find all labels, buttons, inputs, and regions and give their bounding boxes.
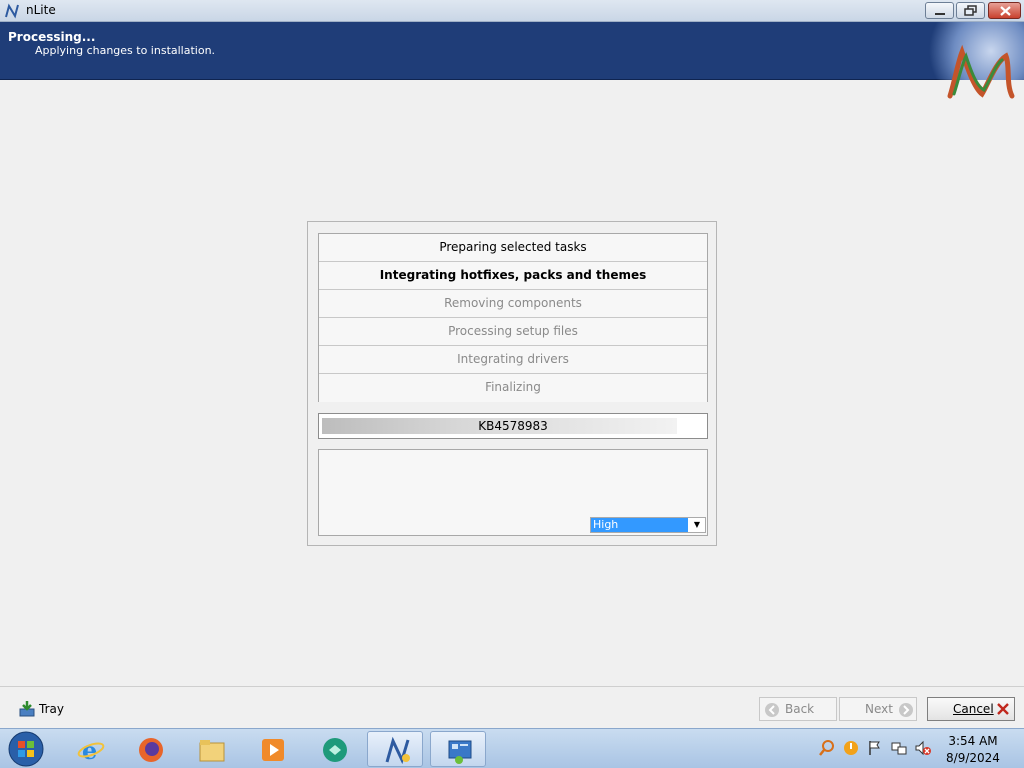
minimize-icon bbox=[935, 13, 945, 15]
taskbar-internet-explorer[interactable]: e bbox=[62, 731, 118, 767]
priority-dropdown[interactable]: High ▼ bbox=[590, 517, 706, 533]
back-button[interactable]: Back bbox=[759, 697, 837, 721]
firefox-icon bbox=[139, 738, 163, 762]
task-item-current: Integrating hotfixes, packs and themes bbox=[319, 262, 707, 290]
priority-selected-value: High bbox=[591, 518, 688, 532]
nlite-logo-icon bbox=[947, 44, 1015, 99]
task-item: Removing components bbox=[319, 290, 707, 318]
volume-muted-icon[interactable] bbox=[914, 739, 932, 757]
progress-bar: KB4578983 bbox=[318, 413, 708, 439]
folder-icon bbox=[199, 740, 225, 762]
log-area: High ▼ bbox=[318, 449, 708, 536]
restore-icon bbox=[964, 5, 977, 16]
task-list: Preparing selected tasks Integrating hot… bbox=[318, 233, 708, 402]
action-center-flag-icon[interactable] bbox=[866, 739, 884, 757]
chevron-down-icon[interactable]: ▼ bbox=[689, 518, 705, 532]
task-item: Processing setup files bbox=[319, 318, 707, 346]
wizard-footer: Tray Back Next Cancel bbox=[0, 686, 1024, 728]
task-item: Finalizing bbox=[319, 374, 707, 402]
tray-icon bbox=[19, 701, 35, 717]
taskbar-file-explorer[interactable] bbox=[183, 731, 239, 767]
restore-button[interactable] bbox=[956, 2, 985, 19]
next-button[interactable]: Next bbox=[839, 697, 917, 721]
cancel-button[interactable]: Cancel bbox=[927, 697, 1015, 721]
start-orb-icon[interactable] bbox=[6, 730, 46, 768]
taskbar-app[interactable] bbox=[306, 731, 362, 767]
back-arrow-icon bbox=[765, 703, 779, 717]
media-player-icon bbox=[262, 739, 284, 761]
next-label: Next bbox=[865, 702, 893, 716]
minimize-button[interactable] bbox=[925, 2, 954, 19]
back-label: Back bbox=[785, 702, 815, 716]
taskbar-firefox[interactable] bbox=[122, 731, 178, 767]
taskbar-media-player[interactable] bbox=[244, 731, 300, 767]
taskbar-nlite[interactable] bbox=[367, 731, 423, 767]
tray-label: Tray bbox=[39, 702, 64, 716]
nlite-app-icon bbox=[5, 3, 19, 19]
taskbar: e 3:54 AM 8/9/2024 bbox=[0, 728, 1024, 768]
close-icon bbox=[1000, 6, 1011, 16]
search-icon[interactable] bbox=[818, 739, 836, 757]
processing-panel: Preparing selected tasks Integrating hot… bbox=[307, 221, 717, 546]
progress-text: KB4578983 bbox=[478, 419, 548, 433]
notification-area bbox=[818, 739, 938, 759]
app-icon bbox=[323, 738, 347, 762]
network-icon[interactable] bbox=[890, 739, 908, 757]
next-arrow-icon bbox=[899, 703, 913, 717]
header-title: Processing... bbox=[8, 30, 96, 44]
window-title: nLite bbox=[26, 3, 56, 17]
close-button[interactable] bbox=[988, 2, 1021, 19]
update-icon[interactable] bbox=[842, 739, 860, 757]
task-item: Integrating drivers bbox=[319, 346, 707, 374]
clock-date[interactable]: 8/9/2024 bbox=[944, 751, 1002, 765]
internet-explorer-icon: e bbox=[77, 736, 105, 765]
nlite-icon bbox=[385, 736, 410, 765]
control-panel-icon bbox=[448, 740, 472, 764]
taskbar-control-panel[interactable] bbox=[430, 731, 486, 767]
window-titlebar[interactable]: nLite bbox=[0, 0, 1024, 22]
cancel-label: Cancel bbox=[953, 702, 994, 716]
close-icon bbox=[997, 703, 1009, 715]
svg-text:e: e bbox=[82, 736, 97, 765]
wizard-header: Processing... Applying changes to instal… bbox=[0, 22, 1024, 99]
clock-time[interactable]: 3:54 AM bbox=[948, 734, 998, 748]
header-subtitle: Applying changes to installation. bbox=[35, 44, 216, 57]
task-item: Preparing selected tasks bbox=[319, 234, 707, 262]
